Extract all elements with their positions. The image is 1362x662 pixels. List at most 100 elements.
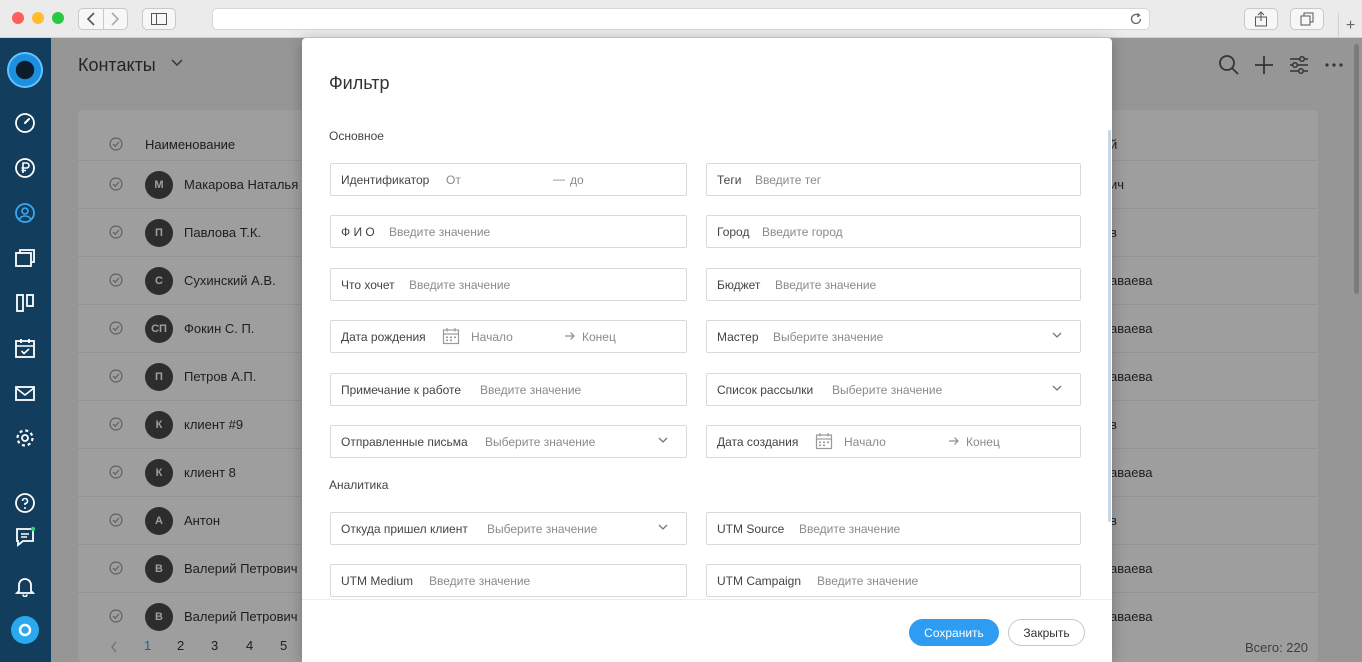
page-scrollbar[interactable] — [1354, 44, 1359, 294]
forward-button[interactable] — [102, 9, 127, 29]
field-label: Откуда пришел клиент — [341, 522, 468, 536]
arrow-right-icon — [949, 437, 959, 445]
sent-letters-select-value[interactable]: Выберите значение — [485, 435, 595, 449]
sidebar-item-deals[interactable] — [12, 245, 38, 271]
field-label: Список рассылки — [717, 383, 814, 397]
city-field[interactable]: Город Введите город — [706, 215, 1081, 248]
lifebuoy-icon — [18, 623, 32, 637]
field-label: Отправленные письма — [341, 435, 468, 449]
master-select[interactable]: Мастер Выберите значение — [706, 320, 1081, 353]
mailing-list-select-value[interactable]: Выберите значение — [832, 383, 942, 397]
city-input[interactable]: Введите город — [762, 225, 843, 239]
sidebar-item-dashboard[interactable] — [12, 110, 38, 136]
source-select-value[interactable]: Выберите значение — [487, 522, 597, 536]
fio-field[interactable]: Ф И О Введите значение — [330, 215, 687, 248]
sidebar-item-settings[interactable] — [12, 425, 38, 451]
work-note-field[interactable]: Примечание к работе Введите значение — [330, 373, 687, 406]
sidebar-item-chat[interactable] — [12, 524, 38, 550]
help-icon — [15, 493, 35, 513]
sidebar-item-notifications[interactable] — [12, 573, 38, 599]
new-tab-button[interactable]: + — [1338, 13, 1362, 38]
field-label: Мастер — [717, 330, 759, 344]
utm-campaign-field[interactable]: UTM Campaign Введите значение — [706, 564, 1081, 597]
sidebar-item-boards[interactable] — [12, 290, 38, 316]
chevron-down-icon — [658, 524, 668, 530]
section-main-label: Основное — [329, 129, 384, 143]
created-date-end-input[interactable]: Конец — [966, 435, 1000, 449]
tags-input[interactable]: Введите тег — [755, 173, 821, 187]
browser-toolbar: + — [0, 0, 1362, 38]
wants-input[interactable]: Введите значение — [409, 278, 510, 292]
birthdate-range-field[interactable]: Дата рождения Начало Конец — [330, 320, 687, 353]
plus-icon: + — [1345, 16, 1356, 34]
field-label: UTM Campaign — [717, 574, 802, 588]
speedometer-icon — [15, 113, 35, 133]
birthdate-start-input[interactable]: Начало — [471, 330, 513, 344]
field-label: Примечание к работе — [341, 383, 462, 397]
minimize-window-button[interactable] — [32, 12, 44, 24]
identifier-range-field[interactable]: Идентификатор От — до — [330, 163, 687, 196]
tabs-icon — [1300, 12, 1314, 26]
dialog-footer: Сохранить Закрыть — [302, 599, 1112, 662]
chevron-right-icon — [111, 12, 120, 26]
utm-source-input[interactable]: Введите значение — [799, 522, 900, 536]
chevron-down-icon — [1052, 385, 1062, 391]
source-select[interactable]: Откуда пришел клиент Выберите значение — [330, 512, 687, 545]
sidebar-icon — [151, 13, 167, 25]
share-button[interactable] — [1244, 8, 1278, 30]
share-icon — [1255, 11, 1267, 27]
field-label: Город — [717, 225, 750, 239]
section-analytics-label: Аналитика — [329, 478, 389, 492]
mailing-list-select[interactable]: Список рассылки Выберите значение — [706, 373, 1081, 406]
sidebar-item-mail[interactable] — [12, 380, 38, 406]
utm-campaign-input[interactable]: Введите значение — [817, 574, 918, 588]
created-date-range-field[interactable]: Дата создания Начало Конец — [706, 425, 1081, 458]
sidebar-item-help[interactable] — [12, 490, 38, 516]
reload-icon[interactable] — [1129, 12, 1143, 26]
utm-source-field[interactable]: UTM Source Введите значение — [706, 512, 1081, 545]
sidebar-item-calendar[interactable] — [12, 335, 38, 361]
close-button[interactable]: Закрыть — [1008, 619, 1085, 646]
work-note-input[interactable]: Введите значение — [480, 383, 581, 397]
utm-medium-field[interactable]: UTM Medium Введите значение — [330, 564, 687, 597]
field-label: Бюджет — [717, 278, 761, 292]
sent-letters-select[interactable]: Отправленные письма Выберите значение — [330, 425, 687, 458]
chevron-down-icon — [1052, 332, 1062, 338]
fio-input[interactable]: Введите значение — [389, 225, 490, 239]
field-label: Ф И О — [341, 225, 375, 239]
profile-logo[interactable] — [11, 616, 39, 644]
back-button[interactable] — [79, 9, 103, 29]
ruble-icon — [15, 158, 35, 178]
sidebar-item-contacts[interactable] — [12, 200, 38, 226]
maximize-window-button[interactable] — [52, 12, 64, 24]
wants-field[interactable]: Что хочет Введите значение — [330, 268, 687, 301]
filter-dialog: Фильтр Основное Идентификатор От — до Те… — [302, 38, 1112, 662]
folder-icon — [15, 249, 35, 267]
budget-field[interactable]: Бюджет Введите значение — [706, 268, 1081, 301]
dialog-scrollbar[interactable] — [1108, 130, 1111, 522]
address-bar[interactable] — [212, 8, 1150, 30]
tabs-overview-button[interactable] — [1290, 8, 1324, 30]
kanban-icon — [16, 294, 34, 312]
app-logo[interactable] — [7, 52, 43, 88]
identifier-to-input[interactable]: до — [570, 173, 584, 187]
sidebar-toggle-button[interactable] — [142, 8, 176, 30]
chevron-left-icon — [86, 12, 95, 26]
field-label: Теги — [717, 173, 742, 187]
birthdate-end-input[interactable]: Конец — [582, 330, 616, 344]
close-window-button[interactable] — [12, 12, 24, 24]
created-date-start-input[interactable]: Начало — [844, 435, 886, 449]
arrow-right-icon — [565, 332, 575, 340]
calendar-icon — [815, 433, 833, 450]
save-button[interactable]: Сохранить — [909, 619, 999, 646]
identifier-from-input[interactable]: От — [446, 173, 461, 187]
utm-medium-input[interactable]: Введите значение — [429, 574, 530, 588]
dialog-title: Фильтр — [329, 73, 390, 93]
tags-field[interactable]: Теги Введите тег — [706, 163, 1081, 196]
history-nav — [78, 8, 128, 30]
field-label: Дата рождения — [341, 330, 426, 344]
budget-input[interactable]: Введите значение — [775, 278, 876, 292]
master-select-value[interactable]: Выберите значение — [773, 330, 883, 344]
sidebar-item-finance[interactable] — [12, 155, 38, 181]
bell-icon — [14, 578, 36, 597]
